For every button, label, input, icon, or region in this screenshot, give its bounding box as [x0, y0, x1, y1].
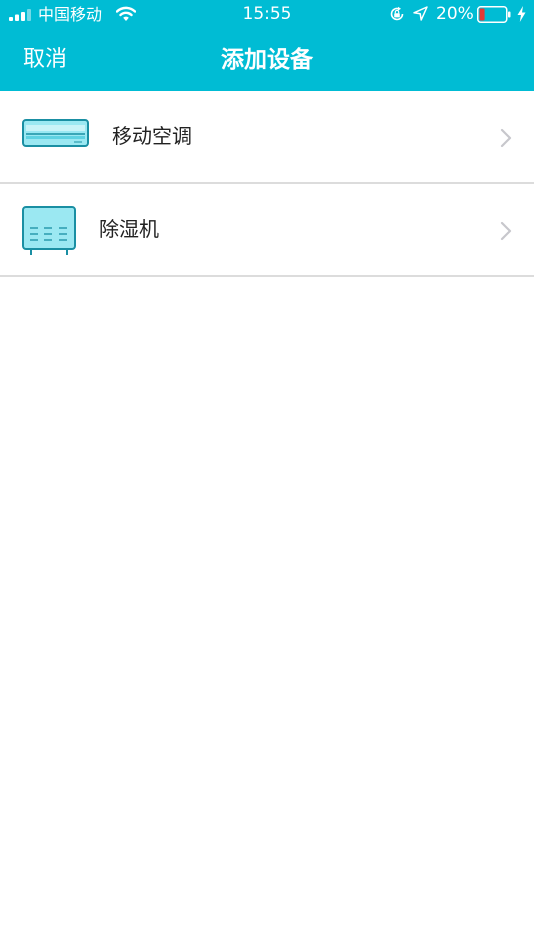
- header: 中国移动 15:55 20% 取消 添加设备: [0, 0, 534, 91]
- location-icon: [413, 6, 428, 21]
- air-conditioner-icon: [22, 119, 89, 147]
- device-row-dehumidifier[interactable]: 除湿机: [0, 184, 534, 277]
- charging-icon: [517, 6, 526, 22]
- device-label: 除湿机: [99, 217, 159, 241]
- chevron-right-icon: [500, 221, 512, 241]
- status-bar: 中国移动 15:55 20%: [0, 0, 534, 30]
- device-list: 移动空调 除湿机: [0, 91, 534, 277]
- orientation-lock-icon: [390, 6, 404, 21]
- device-label: 移动空调: [112, 124, 192, 148]
- device-row-portable-ac[interactable]: 移动空调: [0, 91, 534, 184]
- dehumidifier-icon: [22, 206, 76, 255]
- battery-icon: [477, 6, 511, 23]
- chevron-right-icon: [500, 128, 512, 148]
- battery-percent: 20%: [436, 4, 474, 24]
- page-title: 添加设备: [221, 47, 313, 73]
